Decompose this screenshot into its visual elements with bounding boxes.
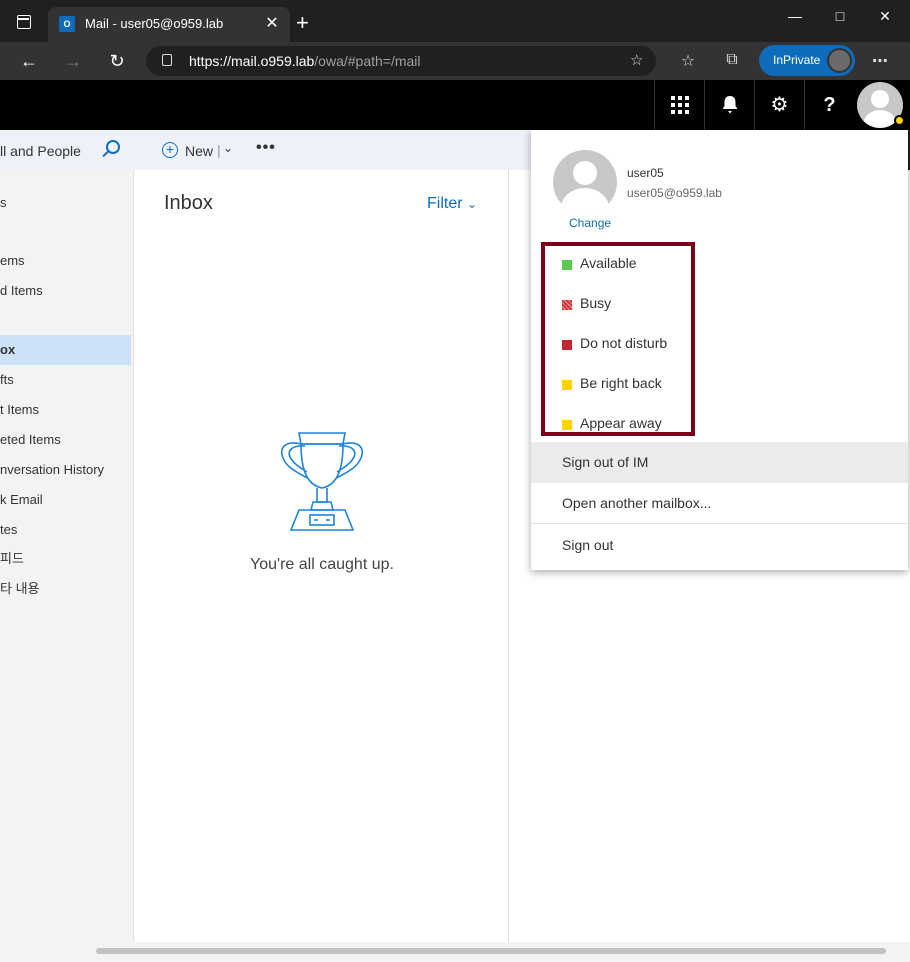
status-options-highlight: Available Busy Do not disturb Be right back… [541,242,695,436]
help-icon[interactable]: ? [804,80,854,130]
collections-icon[interactable]: ⧉ [721,51,743,69]
sign-out-im-item[interactable]: Sign out of IM [531,442,908,483]
forward-icon[interactable]: → [61,51,85,72]
status-color-icon [562,300,572,310]
browser-tab[interactable]: O Mail - user05@o959.lab ✕ [48,7,290,42]
scrollbar-thumb[interactable] [96,948,886,954]
status-option[interactable]: Available [545,247,691,287]
status-color-icon [562,380,572,390]
folder-item[interactable]: fts [0,365,131,395]
minimize-icon[interactable]: — [780,8,810,24]
message-list: Inbox Filter ⌄ You're all caught up. [133,170,509,942]
status-option[interactable]: Do not disturb [545,327,691,367]
folder-item[interactable]: d Items [0,276,131,306]
folder-item[interactable]: tes [0,515,131,545]
status-color-icon [562,260,572,270]
new-message-button[interactable]: New [185,143,213,159]
sign-out-label: Sign out [562,537,614,553]
browser-tab-bar: O Mail - user05@o959.lab ✕ + — □ ✕ [0,0,910,42]
settings-more-icon[interactable]: ⋯ [869,51,891,71]
close-window-icon[interactable]: ✕ [870,8,900,25]
back-icon[interactable]: ← [17,51,41,72]
folder-item[interactable]: ems [0,246,131,276]
user-name: user05 [627,166,664,180]
search-placeholder: ll and People [0,143,81,159]
avatar-head [871,90,889,108]
filter-button[interactable]: Filter ⌄ [427,195,477,213]
chevron-down-icon: ⌄ [467,197,478,211]
add-favorite-icon[interactable]: ☆ [630,51,643,69]
outlook-favicon-icon: O [59,16,75,32]
status-label: Busy [580,295,612,311]
search-box[interactable]: ll and People [0,130,133,170]
tab-title: Mail - user05@o959.lab [85,16,224,31]
maximize-icon[interactable]: □ [825,8,855,24]
avatar-head [573,161,597,185]
folder-item[interactable]: k Email [0,485,131,515]
url-path: /owa/#path=/mail [314,53,421,69]
close-tab-icon[interactable]: ✕ [262,13,282,33]
open-mailbox-label: Open another mailbox... [562,495,712,511]
avatar [553,150,617,214]
status-option[interactable]: Be right back [545,367,691,407]
horizontal-scrollbar[interactable] [0,942,910,962]
folder-item[interactable]: nversation History [0,455,131,485]
status-option[interactable]: Busy [545,287,691,327]
url-field[interactable]: https://mail.o959.lab/owa/#path=/mail ☆ [146,46,656,76]
status-label: Available [580,255,637,271]
status-label: Do not disturb [580,335,668,351]
owa-header: ⚙ ? [0,80,910,130]
url-host: https://mail.o959.lab [189,53,315,69]
chevron-down-icon[interactable]: ⌄ [223,141,233,155]
status-option[interactable]: Appear away [545,407,691,447]
more-actions-icon[interactable]: ••• [256,139,276,157]
lock-icon[interactable] [162,54,172,66]
folder-item[interactable]: 피드 [0,544,131,574]
user-flyout: Change user05 user05@o959.lab Available B… [531,130,908,570]
settings-gear-icon[interactable]: ⚙ [754,80,804,130]
tab-actions-icon[interactable] [17,15,31,29]
sign-out-im-label: Sign out of IM [562,454,649,470]
profile-avatar-icon [827,48,852,73]
url-text: https://mail.o959.lab/owa/#path=/mail [189,53,421,69]
status-label: Be right back [580,375,662,391]
folder-item[interactable]: 타 내용 [0,574,131,604]
inprivate-label: InPrivate [773,53,821,67]
folder-item[interactable]: t Items [0,395,131,425]
sign-out-item[interactable]: Sign out [531,525,908,566]
app-launcher-icon[interactable] [654,80,704,130]
new-plus-icon[interactable]: + [162,142,178,158]
folder-item[interactable]: eted Items [0,425,131,455]
presence-status-icon [894,115,905,126]
status-color-icon [562,420,572,430]
filter-label: Filter [427,195,463,212]
notifications-bell-icon[interactable] [704,80,754,130]
folder-item[interactable]: ox [0,335,131,365]
command-bar: + New | ⌄ ••• [133,130,533,170]
refresh-icon[interactable]: ↻ [105,51,129,72]
search-icon[interactable] [106,140,120,154]
new-separator: | [217,142,221,158]
status-color-icon [562,340,572,350]
favorites-icon[interactable]: ☆ [677,51,699,71]
open-another-mailbox-item[interactable]: Open another mailbox... [531,483,908,524]
page-title: Inbox [164,192,213,214]
change-photo-link[interactable]: Change [569,216,611,230]
status-label: Appear away [580,415,662,431]
avatar-body [863,110,897,128]
avatar-body [561,188,609,214]
user-email: user05@o959.lab [627,186,722,200]
address-bar-row: ← → ↻ https://mail.o959.lab/owa/#path=/m… [0,42,910,80]
trophy-icon [281,432,363,531]
empty-state-text: You're all caught up. [250,556,394,573]
inprivate-button[interactable]: InPrivate [759,45,855,76]
new-tab-button[interactable]: + [296,12,309,34]
folder-item[interactable]: s [0,188,131,218]
